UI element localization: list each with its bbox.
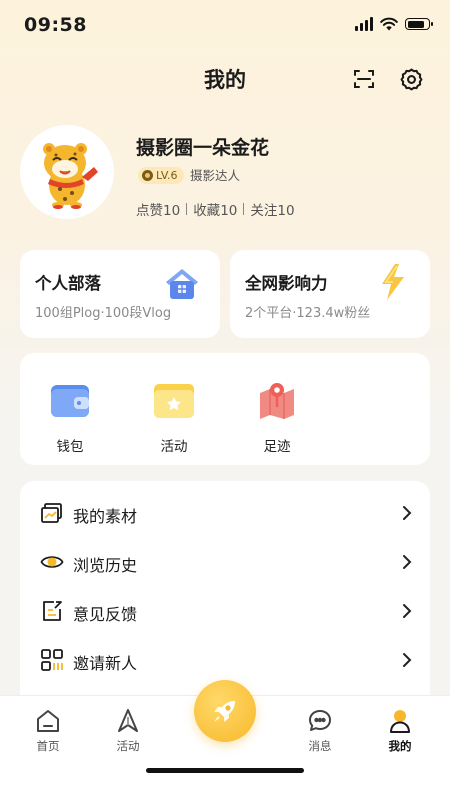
username: 摄影圈一朵金花: [136, 137, 270, 159]
status-bar: 09:58: [0, 0, 450, 50]
quick-action-label: 钱包: [56, 439, 84, 455]
chat-bubble-icon: [309, 710, 331, 731]
tab-label: 我的: [388, 739, 412, 753]
menu-item-browse-history[interactable]: 浏览历史: [20, 538, 430, 587]
menu-item-label: 意见反馈: [73, 605, 138, 624]
card-subtitle: 2个平台·123.4w粉丝: [245, 306, 371, 321]
footprint-button[interactable]: 足迹: [237, 379, 317, 455]
menu-item-invite[interactable]: 邀请新人: [20, 636, 430, 685]
event-folder-icon: [154, 384, 194, 418]
gear-icon: [400, 68, 422, 90]
tab-home[interactable]: 首页: [18, 708, 78, 754]
scan-icon: [354, 70, 374, 88]
person-icon: [390, 710, 410, 733]
menu-item-feedback[interactable]: 意见反馈: [20, 587, 430, 636]
quick-action-label: 足迹: [263, 439, 291, 455]
lightning-icon: [382, 264, 404, 300]
tab-label: 活动: [116, 739, 140, 753]
tab-label: 消息: [308, 739, 332, 753]
stat-likes[interactable]: 点赞10: [136, 199, 180, 219]
cellular-signal-icon: [355, 17, 373, 31]
chart-board-icon: [41, 503, 62, 523]
quick-action-label: 活动: [160, 439, 188, 455]
rocket-icon: [214, 701, 235, 722]
chevron-right-icon: [403, 506, 412, 520]
chevron-right-icon: [403, 653, 412, 667]
activity-button[interactable]: 活动: [134, 379, 214, 455]
tiger-mascot-icon: [43, 143, 98, 209]
house-icon: [166, 269, 198, 299]
level-badge: LV.6: [138, 167, 184, 184]
stat-following[interactable]: 关注10: [250, 199, 294, 219]
card-title: 全网影响力: [245, 274, 328, 293]
menu-item-label: 邀请新人: [73, 654, 138, 673]
stat-favorites[interactable]: 收藏10: [193, 199, 237, 219]
wallet-icon: [51, 385, 89, 417]
level-camera-icon: [142, 170, 153, 181]
home-icon: [37, 710, 59, 732]
tab-mine[interactable]: 我的: [370, 708, 430, 754]
card-subtitle: 100组Plog·100段Vlog: [35, 306, 172, 321]
tab-label: 首页: [36, 739, 60, 753]
menu-item-my-materials[interactable]: 我的素材: [20, 489, 430, 538]
menu-item-label: 浏览历史: [73, 556, 138, 575]
menu-list: 我的素材 浏览历史 意见反馈 邀请新人: [20, 481, 430, 711]
map-pin-icon: [260, 383, 294, 419]
level-title: 摄影达人: [190, 168, 241, 183]
grid-invite-icon: [41, 649, 63, 671]
chevron-right-icon: [403, 604, 412, 618]
personal-tribe-card[interactable]: 个人部落 100组Plog·100段Vlog: [20, 250, 220, 338]
chevron-right-icon: [403, 555, 412, 569]
avatar[interactable]: [20, 125, 114, 219]
wallet-button[interactable]: 钱包: [30, 379, 110, 455]
level-text: LV.6: [156, 169, 178, 182]
stat-divider: [186, 203, 188, 215]
edit-note-icon: [43, 601, 62, 621]
wifi-icon: [380, 17, 398, 31]
battery-icon: [405, 18, 433, 30]
publish-rocket-button[interactable]: [194, 680, 256, 742]
eye-icon: [40, 556, 64, 568]
stat-divider: [243, 203, 245, 215]
profile-stats: 点赞10 收藏10 关注10: [136, 199, 295, 219]
tab-activity[interactable]: 活动: [98, 708, 158, 754]
quick-actions-panel: 钱包 活动 足迹: [20, 353, 430, 465]
page-title: 我的: [204, 68, 246, 92]
card-title: 个人部落: [35, 274, 101, 293]
navigation-arrow-icon: [118, 709, 138, 732]
home-indicator: [146, 768, 304, 773]
menu-item-label: 我的素材: [73, 507, 138, 526]
settings-button[interactable]: [398, 66, 424, 92]
scan-button[interactable]: [351, 66, 377, 92]
status-time: 09:58: [24, 14, 87, 36]
influence-card[interactable]: 全网影响力 2个平台·123.4w粉丝: [230, 250, 430, 338]
tab-messages[interactable]: 消息: [290, 708, 350, 754]
